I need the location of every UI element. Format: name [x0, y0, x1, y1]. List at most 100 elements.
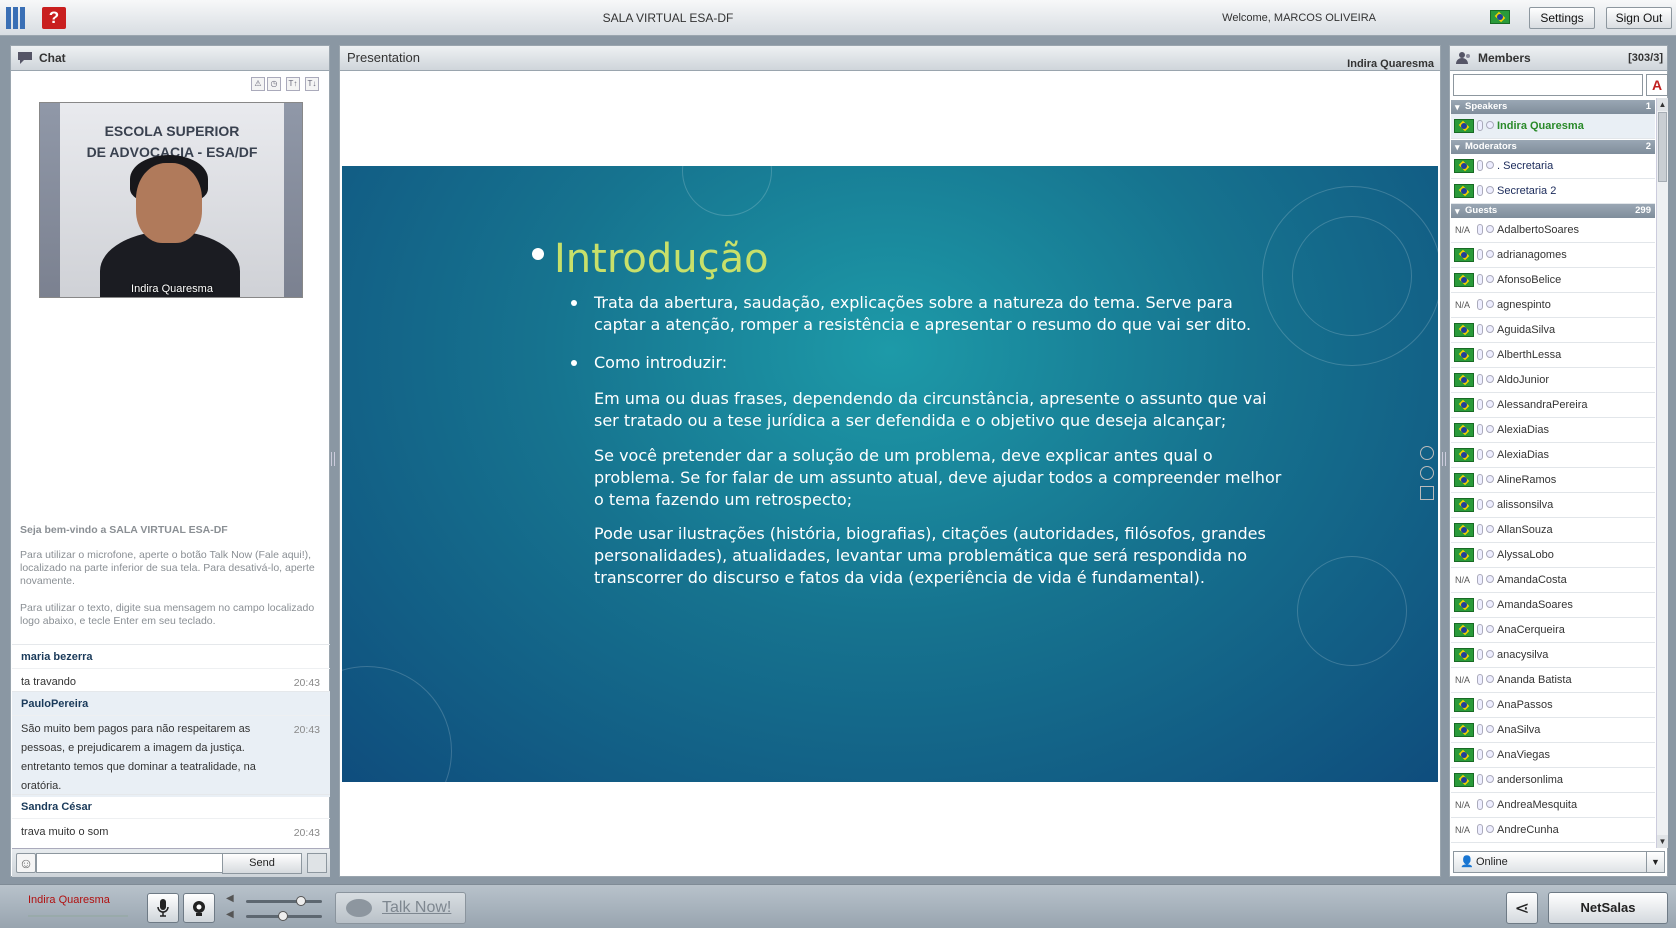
clock-icon[interactable]: ◷	[267, 77, 281, 91]
member-row[interactable]: AnaViegas	[1451, 743, 1655, 768]
slider-knob[interactable]	[296, 896, 306, 906]
chat-message-user: maria bezerra	[12, 644, 330, 668]
zoom-in-icon[interactable]	[1420, 446, 1434, 460]
member-row[interactable]: AguidaSilva	[1451, 318, 1655, 343]
member-name: AlyssaLobo	[1497, 549, 1554, 561]
members-resize-handle[interactable]	[1442, 452, 1446, 466]
na-badge: N/A	[1455, 675, 1471, 685]
microphone-button[interactable]	[147, 893, 179, 923]
members-title: Members	[1478, 51, 1531, 65]
member-row[interactable]: alissonsilva	[1451, 493, 1655, 518]
member-row[interactable]: anacysilva	[1451, 643, 1655, 668]
sign-out-button[interactable]: Sign Out	[1606, 7, 1672, 29]
member-row[interactable]: AldoJunior	[1451, 368, 1655, 393]
member-row[interactable]: AfonsoBelice	[1451, 268, 1655, 293]
chevron-down-icon: ▼	[1646, 852, 1664, 872]
chat-message-body: ta travando	[21, 676, 77, 688]
member-row[interactable]: AlexiaDias	[1451, 418, 1655, 443]
member-row[interactable]: AlberthLessa	[1451, 343, 1655, 368]
microphone-icon	[157, 899, 169, 917]
member-row[interactable]: AnaCerqueira	[1451, 618, 1655, 643]
user-status-icon: 👤	[1460, 856, 1474, 868]
member-name: AnaPassos	[1497, 699, 1553, 711]
member-row[interactable]: . Secretaria	[1451, 154, 1655, 179]
scroll-down-icon[interactable]: ▼	[1657, 835, 1668, 848]
brazil-flag-icon	[1454, 548, 1474, 562]
webcam-button[interactable]	[183, 893, 215, 923]
chat-message-input[interactable]	[36, 853, 226, 873]
member-row[interactable]: N/A agnespinto	[1451, 293, 1655, 318]
member-name: AllanSouza	[1497, 524, 1553, 536]
microphone-icon	[1477, 324, 1483, 335]
member-row[interactable]: N/A AdalbertoSoares	[1451, 218, 1655, 243]
webcam-icon	[1486, 550, 1494, 558]
slider-knob[interactable]	[278, 911, 288, 921]
member-name: AfonsoBelice	[1497, 274, 1562, 286]
member-row[interactable]: Indira Quaresma	[1451, 114, 1655, 139]
members-scrollbar[interactable]: ▲ ▼	[1656, 98, 1668, 848]
brazil-flag-icon	[1454, 498, 1474, 512]
member-row[interactable]: AnaPassos	[1451, 693, 1655, 718]
audio-level-meter	[28, 915, 128, 917]
font-increase-icon[interactable]: T↑	[286, 77, 300, 91]
microphone-icon	[1477, 160, 1483, 171]
member-name: AguidaSilva	[1497, 324, 1556, 336]
scroll-up-icon[interactable]: ▲	[1657, 98, 1668, 111]
member-row[interactable]: AlexiaDias	[1451, 443, 1655, 468]
group-moderators[interactable]: Moderators 2	[1451, 140, 1655, 154]
fit-page-icon[interactable]	[1420, 486, 1434, 500]
member-name: . Secretaria	[1497, 160, 1554, 172]
member-search-input[interactable]	[1453, 74, 1643, 96]
member-row[interactable]: AllanSouza	[1451, 518, 1655, 543]
member-row[interactable]: andersonlima	[1451, 768, 1655, 793]
member-row[interactable]: N/A AndreCunha	[1451, 818, 1655, 843]
member-row[interactable]: AlessandraPereira	[1451, 393, 1655, 418]
system-message: Seja bem-vindo a SALA VIRTUAL ESA-DF	[20, 524, 228, 536]
slide-heading: Introdução	[554, 236, 769, 282]
chat-title: Chat	[39, 51, 66, 65]
slide-bullet: Como introduzir:	[594, 353, 728, 372]
share-button[interactable]: ⋖	[1506, 892, 1538, 924]
scroll-thumb[interactable]	[1658, 112, 1667, 182]
member-row[interactable]: AlineRamos	[1451, 468, 1655, 493]
font-decrease-icon[interactable]: T↓	[305, 77, 319, 91]
chat-resize-handle[interactable]	[331, 452, 335, 466]
notification-bell-icon[interactable]	[307, 853, 327, 873]
member-name: AdalbertoSoares	[1497, 224, 1579, 236]
webcam-icon	[1486, 275, 1494, 283]
brazil-flag-icon[interactable]	[1490, 10, 1510, 24]
member-row[interactable]: N/A Ananda Batista	[1451, 668, 1655, 693]
webcam-icon	[1486, 775, 1494, 783]
zoom-out-icon[interactable]	[1420, 466, 1434, 480]
members-panel: Members [303/3] A Speakers 1 Indira Quare…	[1449, 45, 1668, 877]
member-row[interactable]: AlyssaLobo	[1451, 543, 1655, 568]
member-name: AlexiaDias	[1497, 449, 1549, 461]
webcam-icon	[1486, 625, 1494, 633]
chat-message-body: trava muito o som	[21, 826, 109, 838]
webcam-icon	[1486, 186, 1494, 194]
group-guests[interactable]: Guests 299	[1451, 204, 1655, 218]
member-row[interactable]: Secretaria 2	[1451, 179, 1655, 204]
talk-now-button[interactable]: Talk Now!	[335, 892, 466, 924]
emoticon-icon[interactable]: ☺	[16, 853, 36, 873]
settings-button[interactable]: Settings	[1529, 7, 1595, 29]
presenter-name: Indira Quaresma	[1347, 58, 1434, 70]
webcam-icon	[193, 901, 205, 916]
share-icon: ⋖	[1514, 898, 1530, 918]
member-row[interactable]: adrianagomes	[1451, 243, 1655, 268]
member-name: AlexiaDias	[1497, 424, 1549, 436]
send-button[interactable]: Send	[222, 853, 302, 874]
member-name: Ananda Batista	[1497, 674, 1572, 686]
member-row[interactable]: AnaSilva	[1451, 718, 1655, 743]
group-count: 1	[1645, 101, 1651, 112]
volume-slider[interactable]	[246, 896, 322, 906]
mic-gain-slider[interactable]	[246, 911, 322, 921]
member-row[interactable]: AmandaSoares	[1451, 593, 1655, 618]
font-style-button[interactable]: A	[1646, 74, 1668, 96]
group-count: 299	[1635, 205, 1651, 216]
member-row[interactable]: N/A AmandaCosta	[1451, 568, 1655, 593]
group-speakers[interactable]: Speakers 1	[1451, 100, 1655, 114]
member-row[interactable]: N/A AndreaMesquita	[1451, 793, 1655, 818]
alert-icon[interactable]: ⚠	[251, 77, 265, 91]
status-select[interactable]: 👤 Online ▼	[1453, 851, 1665, 873]
